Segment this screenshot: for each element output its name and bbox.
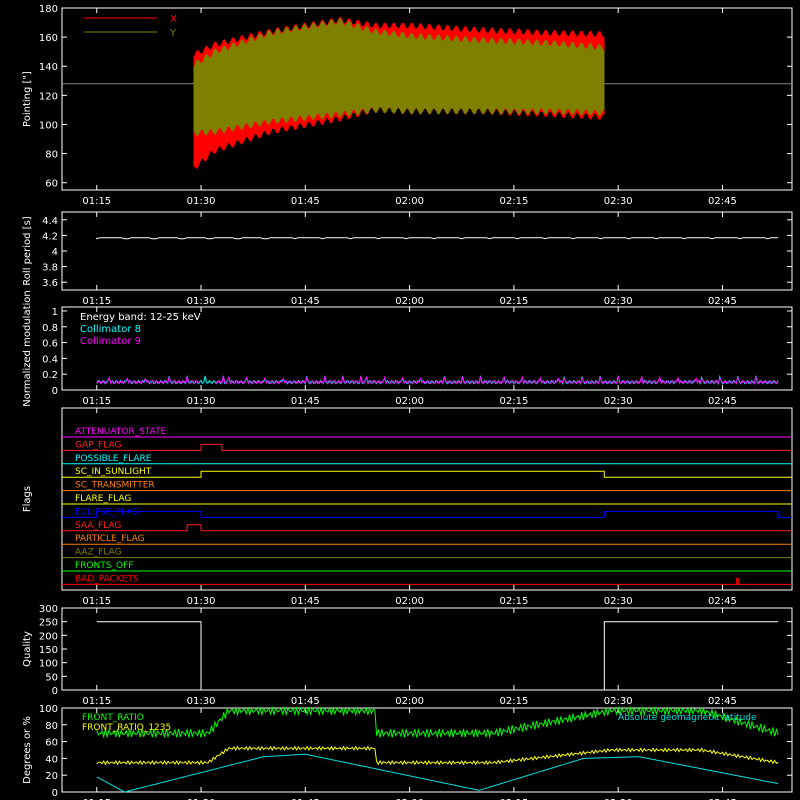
y-axis-label: Quality [22,631,33,667]
y-tick-label: 1 [52,307,58,318]
x-tick-label: 02:30 [604,596,633,607]
flag-label: GAP_FLAG [75,440,121,450]
x-tick-label: 01:30 [187,596,216,607]
x-tick-label: 02:30 [604,696,633,707]
x-tick-label: 02:45 [708,396,737,407]
y-tick-label: 80 [45,721,58,732]
y-tick-label: 4.2 [42,231,58,242]
x-tick-label: 01:30 [187,396,216,407]
legend-label: Collimator 8 [80,324,141,335]
x-tick-label: 01:15 [82,196,111,207]
y-axis-label: Flags [22,486,33,512]
x-tick-label: 01:45 [291,396,320,407]
y-tick-label: 4 [52,247,58,258]
flag-label: SC_TRANSMITTER [75,481,155,491]
y-tick-label: 120 [39,91,58,102]
x-tick-label: 01:15 [82,596,111,607]
flag-label: FRONTS_OFF [75,561,133,571]
y-tick-label: 0.6 [42,339,58,350]
y-tick-label: 0.4 [42,354,58,365]
x-tick-label: 02:45 [708,196,737,207]
y-axis-label: Pointing ["] [22,71,33,127]
x-tick-label: 02:30 [604,396,633,407]
y-tick-label: 60 [45,179,58,190]
flag-label: FLARE_FLAG [75,494,131,504]
x-tick-label: 01:15 [82,296,111,307]
flag-label: AAZ_FLAG [75,548,122,558]
x-tick-label: 02:15 [499,396,528,407]
legend-label: X [170,14,177,25]
x-tick-label: 02:00 [395,296,424,307]
y-tick-label: 0.8 [42,323,58,334]
x-tick-label: 01:45 [291,296,320,307]
y-axis-label: Roll period [s] [22,216,33,285]
x-tick-label: 01:45 [291,196,320,207]
y-tick-label: 50 [45,672,58,683]
flag-label: ECLIPSE_FLAG [75,507,139,517]
y-tick-label: 160 [39,33,58,44]
x-tick-label: 02:15 [499,596,528,607]
y-tick-label: 140 [39,62,58,73]
y-tick-label: 3.6 [42,278,58,289]
energy-band-annotation: Energy band: 12-25 keV [80,312,201,323]
y-tick-label: 80 [45,150,58,161]
flag-label: PARTICLE_FLAG [75,534,145,544]
y-tick-label: 0 [52,686,58,697]
x-tick-label: 02:15 [499,696,528,707]
y-axis-label: Degrees or % [22,716,33,784]
y-tick-label: 150 [39,645,58,656]
y-tick-label: 0.2 [42,370,58,381]
legend-label: FRONT_RATIO_1235 [82,723,171,733]
x-tick-label: 01:45 [291,596,320,607]
y-tick-label: 100 [39,659,58,670]
x-tick-label: 02:00 [395,396,424,407]
x-tick-label: 02:45 [708,696,737,707]
y-tick-label: 3.8 [42,263,58,274]
y-axis-label: Normalized modulation [22,290,33,407]
x-tick-label: 01:15 [82,696,111,707]
x-tick-label: 02:00 [395,696,424,707]
flag-label: BAD_PACKETS [75,574,139,584]
x-tick-label: 01:45 [291,696,320,707]
y-tick-label: 4.4 [42,216,58,227]
rhessi-quicklook-figure: 01:15 01:30 01:45 02:00 02:15 02:30 02:45 Point… [0,0,800,800]
y-tick-label: 40 [45,754,58,765]
legend-label: Y [169,28,177,39]
x-tick-label: 02:00 [395,596,424,607]
x-tick-label: 01:30 [187,196,216,207]
y-tick-label: 180 [39,4,58,15]
y-tick-label: 300 [39,604,58,615]
y-tick-label: 100 [39,120,58,131]
y-tick-label: 0 [52,788,58,799]
x-tick-label: 02:45 [708,596,737,607]
x-tick-label: 02:15 [499,196,528,207]
y-tick-label: 100 [39,704,58,715]
legend-label: Absolute geomagnetic latitude [618,713,757,723]
x-tick-label: 01:30 [187,696,216,707]
flag-label: ATTENUATOR_STATE [75,427,167,437]
legend-label: Collimator 9 [80,336,141,347]
y-tick-label: 200 [39,631,58,642]
x-tick-label: 02:00 [395,196,424,207]
y-tick-label: 0 [52,386,58,397]
x-tick-label: 02:30 [604,196,633,207]
x-tick-label: 01:30 [187,296,216,307]
x-tick-label: 01:15 [82,396,111,407]
x-tick-label: 02:15 [499,296,528,307]
flag-label: POSSIBLE_FLARE [75,454,152,464]
y-tick-label: 20 [45,771,58,782]
flag-label: SAA_FLAG [75,521,121,531]
y-tick-label: 60 [45,738,58,749]
x-tick-label: 02:30 [604,296,633,307]
legend-label: FRONT_RATIO [82,713,144,723]
x-tick-label: 02:45 [708,296,737,307]
y-tick-label: 250 [39,618,58,629]
flag-label: SC_IN_SUNLIGHT [75,467,152,477]
